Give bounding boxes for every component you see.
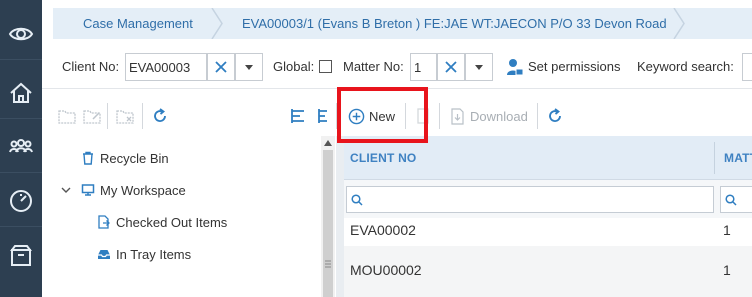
breadcrumb-separator-icon [673,8,685,39]
client-dropdown-button[interactable] [235,53,263,81]
breadcrumb: Case Management EVA00003/1 (Evans B Bret… [53,8,752,39]
refresh-documents-icon[interactable] [545,106,565,126]
matter-no-label: Matter No: [343,59,404,74]
global-label: Global: [273,59,315,74]
user-lock-icon [507,59,523,76]
breadcrumb-case-management[interactable]: Case Management [83,8,193,39]
chevron-down-icon [475,65,483,70]
table-row[interactable]: MOU00002 1 [344,246,752,297]
tree-item-recycle-bin[interactable]: Recycle Bin [81,147,169,169]
search-icon [725,194,737,206]
refresh-icon[interactable] [150,106,170,126]
tree-scrollbar[interactable] [321,136,335,297]
client-no-input[interactable] [125,53,207,81]
matter-filter[interactable] [720,186,752,213]
archive-icon[interactable] [0,229,42,281]
keyword-search-input[interactable] [742,53,752,81]
search-icon [351,194,363,206]
expand-all-icon[interactable] [288,106,308,126]
client-matter-toolbar: Client No: Global: Matter No: Set permis… [42,47,752,87]
cell-matter: 1 [723,222,731,238]
grip-icon [325,260,331,268]
client-no-label: Client No: [62,59,120,74]
download-icon [451,107,464,125]
tree-item-checked-out[interactable]: Checked Out Items [97,211,227,233]
table-row[interactable]: EVA00002 1 [344,218,752,246]
close-icon [215,61,227,73]
client-no-filter[interactable] [346,186,714,213]
global-checkbox[interactable] [319,60,332,73]
breadcrumb-matter[interactable]: EVA00003/1 (Evans B Breton ) FE:JAE WT:J… [242,8,667,39]
clock-icon[interactable] [0,175,42,227]
tree-item-in-tray[interactable]: In Tray Items [97,243,191,265]
checked-out-icon [98,215,110,229]
people-icon[interactable] [0,121,42,173]
toolbar-separator [439,103,440,129]
toolbar-separator [142,103,143,129]
matter-dropdown-button[interactable] [465,53,493,81]
tree-item-my-workspace[interactable]: My Workspace [61,179,186,201]
trash-icon [83,151,93,165]
column-header-matter[interactable]: MATT [724,151,752,165]
in-tray-icon [98,250,110,259]
breadcrumb-separator-icon [211,8,223,39]
grid-filter-row [344,180,752,218]
highlight-box [337,87,428,143]
toolbar-separator [107,103,108,129]
cell-client-no: EVA00002 [350,222,416,238]
matter-clear-button[interactable] [437,53,465,81]
download-button[interactable]: Download [450,104,528,128]
column-divider[interactable] [714,142,715,174]
tree-item-label: My Workspace [100,182,186,198]
scrollbar-thumb[interactable] [323,150,333,297]
tree-item-label: Checked Out Items [116,214,228,230]
close-icon [445,61,457,73]
cell-client-no: MOU00002 [350,262,422,278]
set-permissions-button[interactable]: Set permissions [528,59,620,74]
chevron-down-icon [245,65,253,70]
tree-item-label: In Tray Items [116,246,192,262]
delete-folder-icon[interactable] [115,106,135,126]
tree-item-label: Recycle Bin [100,150,169,166]
matter-no-input[interactable] [410,53,437,81]
toolbar-separator [537,103,538,129]
home-icon[interactable] [0,67,42,119]
new-folder-icon[interactable] [57,106,77,126]
edit-folder-icon[interactable] [82,106,102,126]
eye-icon[interactable] [0,8,42,60]
cell-matter: 1 [723,262,731,278]
client-clear-button[interactable] [207,53,235,81]
column-header-client-no[interactable]: CLIENT NO [350,151,416,165]
left-nav [0,0,42,297]
keyword-search-label: Keyword search: [637,59,734,74]
workspace-icon [81,184,95,196]
scroll-up-icon[interactable] [324,140,332,146]
pane-splitter[interactable] [336,136,344,297]
download-button-label: Download [470,108,528,124]
collapse-all-icon[interactable] [313,106,333,126]
chevron-down-icon[interactable] [61,185,71,195]
